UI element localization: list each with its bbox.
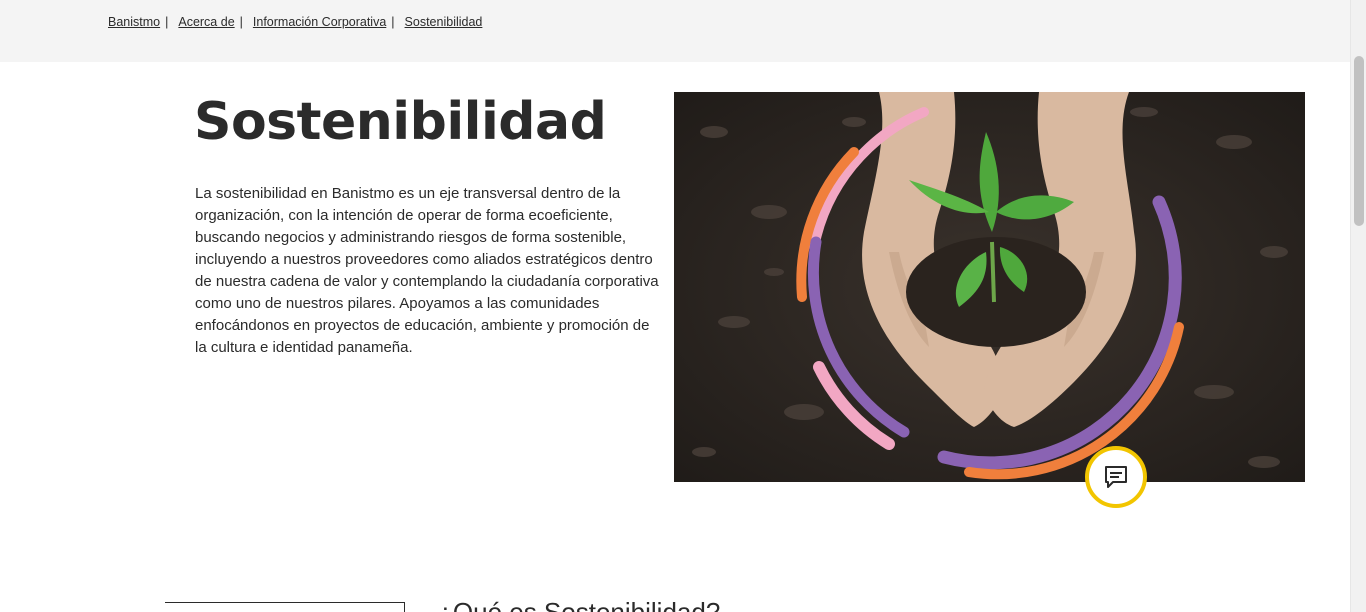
scrollbar-thumb[interactable] bbox=[1354, 56, 1364, 226]
page-title: Sostenibilidad bbox=[194, 92, 607, 152]
breadcrumb-link-sostenibilidad[interactable]: Sostenibilidad bbox=[405, 15, 483, 29]
breadcrumb: Banistmo | Acerca de | Información Corpo… bbox=[108, 15, 482, 29]
breadcrumb-link-informacion-corporativa[interactable]: Información Corporativa bbox=[253, 15, 386, 29]
hands-holding-seedling-photo bbox=[674, 92, 1305, 482]
breadcrumb-link-banistmo[interactable]: Banistmo bbox=[108, 15, 160, 29]
chat-bubble-icon bbox=[1105, 466, 1127, 488]
page-scrollbar[interactable] bbox=[1350, 0, 1366, 612]
section-title: ¿Qué es Sostenibilidad? bbox=[437, 597, 721, 612]
breadcrumb-separator: | bbox=[239, 15, 243, 29]
page: Banistmo | Acerca de | Información Corpo… bbox=[0, 0, 1366, 612]
hero-image bbox=[674, 92, 1305, 482]
breadcrumb-bar: Banistmo | Acerca de | Información Corpo… bbox=[0, 0, 1350, 62]
intro-paragraph: La sostenibilidad en Banistmo es un eje … bbox=[195, 185, 659, 356]
chat-button[interactable] bbox=[1085, 446, 1147, 508]
breadcrumb-separator: | bbox=[391, 15, 395, 29]
breadcrumb-separator: | bbox=[165, 15, 169, 29]
section-side-box bbox=[165, 602, 405, 612]
breadcrumb-link-acerca-de[interactable]: Acerca de bbox=[178, 15, 234, 29]
